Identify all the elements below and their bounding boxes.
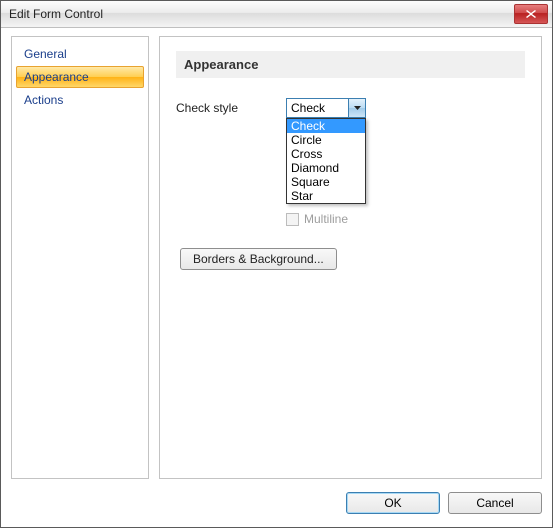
check-style-label: Check style xyxy=(176,101,286,115)
multiline-row: Multiline xyxy=(286,212,525,226)
nav-item-appearance[interactable]: Appearance xyxy=(16,66,144,88)
borders-background-button[interactable]: Borders & Background... xyxy=(180,248,337,270)
multiline-label: Multiline xyxy=(304,212,348,226)
cancel-button[interactable]: Cancel xyxy=(448,492,542,514)
section-heading: Appearance xyxy=(176,51,525,78)
dialog-body: General Appearance Actions Appearance Ch… xyxy=(1,28,552,487)
ok-button[interactable]: OK xyxy=(346,492,440,514)
nav-item-actions[interactable]: Actions xyxy=(16,89,144,111)
close-icon xyxy=(526,10,536,18)
dropdown-option-star[interactable]: Star xyxy=(287,189,365,203)
dialog-footer: OK Cancel xyxy=(1,487,552,527)
nav-panel: General Appearance Actions xyxy=(11,36,149,479)
dialog-window: Edit Form Control General Appearance Act… xyxy=(0,0,553,528)
dropdown-option-diamond[interactable]: Diamond xyxy=(287,161,365,175)
chevron-down-icon xyxy=(348,99,365,117)
check-style-value: Check xyxy=(287,101,348,115)
window-title: Edit Form Control xyxy=(9,7,103,21)
titlebar: Edit Form Control xyxy=(1,1,552,28)
dropdown-option-cross[interactable]: Cross xyxy=(287,147,365,161)
check-style-dropdown: Check Circle Cross Diamond Square Star xyxy=(286,118,366,204)
dropdown-option-circle[interactable]: Circle xyxy=(287,133,365,147)
multiline-checkbox xyxy=(286,213,299,226)
dropdown-option-square[interactable]: Square xyxy=(287,175,365,189)
dropdown-option-check[interactable]: Check xyxy=(287,119,365,133)
check-style-combobox[interactable]: Check xyxy=(286,98,366,118)
nav-item-general[interactable]: General xyxy=(16,43,144,65)
content-panel: Appearance Check style Check Check Circl… xyxy=(159,36,542,479)
close-button[interactable] xyxy=(514,4,548,24)
check-style-row: Check style Check Check Circle Cross Dia… xyxy=(176,98,525,118)
